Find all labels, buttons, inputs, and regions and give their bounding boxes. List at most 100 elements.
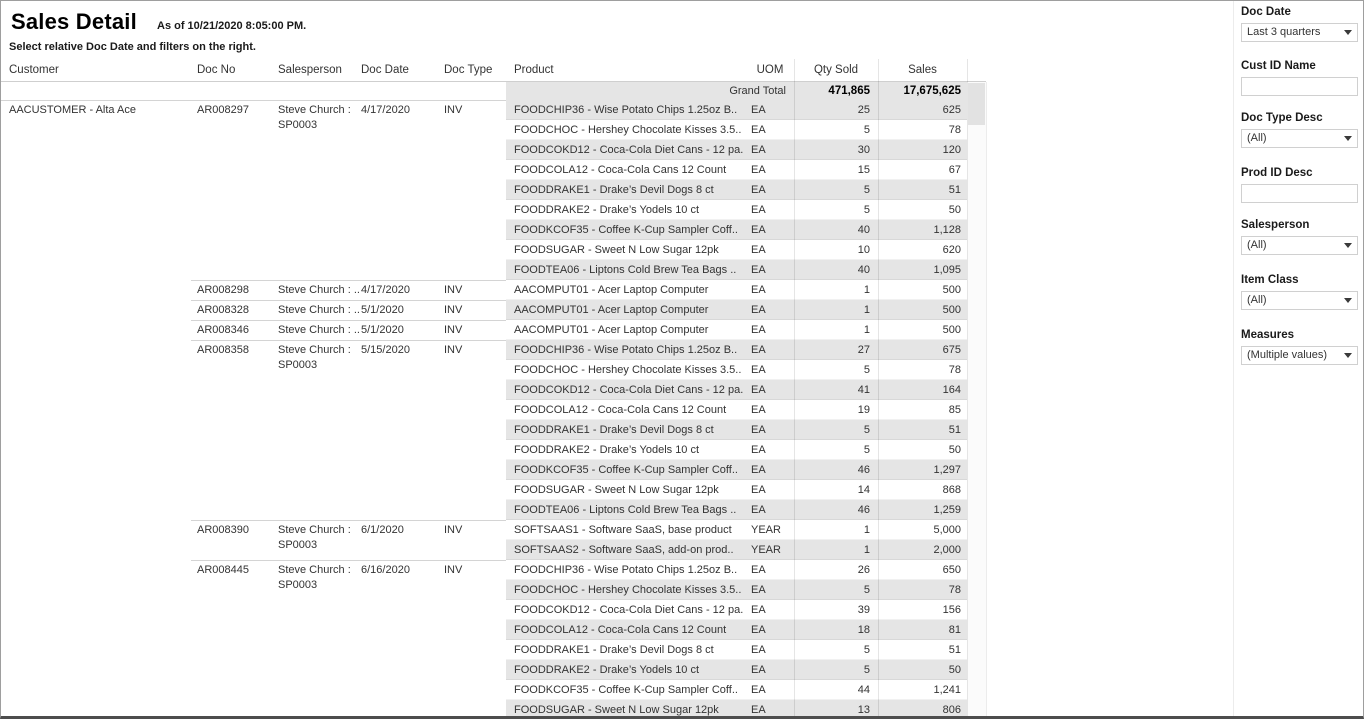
- sales-cell[interactable]: 625: [878, 100, 961, 120]
- doc-type-cell[interactable]: INV: [444, 303, 462, 318]
- uom-cell[interactable]: EA: [751, 440, 795, 460]
- doc-date-cell[interactable]: 6/16/2020: [361, 563, 410, 578]
- qty-sold-cell[interactable]: 1: [794, 520, 870, 540]
- product-cell[interactable]: FOODCOLA12 - Coca-Cola Cans 12 Count: [514, 400, 744, 420]
- product-cell[interactable]: FOODTEA06 - Liptons Cold Brew Tea Bags .…: [514, 500, 744, 520]
- table-row[interactable]: FOODKCOF35 - Coffee K-Cup Sampler Coff..…: [506, 680, 967, 700]
- sales-cell[interactable]: 5,000: [878, 520, 961, 540]
- doc-date-cell[interactable]: 5/1/2020: [361, 303, 404, 318]
- table-row[interactable]: FOODCOKD12 - Coca-Cola Diet Cans - 12 pa…: [506, 380, 967, 400]
- salesperson-cell[interactable]: Steve Church :SP0003: [278, 103, 351, 133]
- doc-date-cell[interactable]: 6/1/2020: [361, 523, 404, 538]
- doc-no-cell[interactable]: AR008346: [197, 323, 249, 338]
- qty-sold-cell[interactable]: 39: [794, 600, 870, 620]
- table-row[interactable]: FOODSUGAR - Sweet N Low Sugar 12pkEA1062…: [506, 240, 967, 260]
- product-cell[interactable]: FOODKCOF35 - Coffee K-Cup Sampler Coff..: [514, 460, 744, 480]
- doc-date-cell[interactable]: 5/1/2020: [361, 323, 404, 338]
- sales-cell[interactable]: 51: [878, 420, 961, 440]
- sales-cell[interactable]: 650: [878, 560, 961, 580]
- table-row[interactable]: FOODCOLA12 - Coca-Cola Cans 12 CountEA15…: [506, 160, 967, 180]
- qty-sold-cell[interactable]: 40: [794, 260, 870, 280]
- product-cell[interactable]: FOODDRAKE2 - Drake’s Yodels 10 ct: [514, 200, 744, 220]
- uom-cell[interactable]: EA: [751, 600, 795, 620]
- col-header-product[interactable]: Product: [514, 59, 554, 81]
- doc-type-cell[interactable]: INV: [444, 323, 462, 338]
- uom-cell[interactable]: EA: [751, 320, 795, 340]
- qty-sold-cell[interactable]: 30: [794, 140, 870, 160]
- table-row[interactable]: FOODCHIP36 - Wise Potato Chips 1.25oz B.…: [506, 100, 967, 120]
- product-cell[interactable]: FOODSUGAR - Sweet N Low Sugar 12pk: [514, 480, 744, 500]
- uom-cell[interactable]: YEAR: [751, 540, 795, 560]
- uom-cell[interactable]: EA: [751, 360, 795, 380]
- doc-no-cell[interactable]: AR008358: [197, 343, 249, 358]
- col-header-customer[interactable]: Customer: [9, 59, 59, 81]
- uom-cell[interactable]: EA: [751, 480, 795, 500]
- table-row[interactable]: FOODCOLA12 - Coca-Cola Cans 12 CountEA19…: [506, 400, 967, 420]
- salesperson-cell[interactable]: Steve Church : ..: [278, 303, 360, 318]
- qty-sold-cell[interactable]: 5: [794, 360, 870, 380]
- uom-cell[interactable]: EA: [751, 280, 795, 300]
- product-cell[interactable]: AACOMPUT01 - Acer Laptop Computer: [514, 320, 744, 340]
- uom-cell[interactable]: EA: [751, 220, 795, 240]
- cust-id-name-input[interactable]: [1241, 77, 1358, 96]
- product-cell[interactable]: FOODCOLA12 - Coca-Cola Cans 12 Count: [514, 160, 744, 180]
- sales-cell[interactable]: 50: [878, 440, 961, 460]
- table-row[interactable]: SOFTSAAS2 - Software SaaS, add-on prod..…: [506, 540, 967, 560]
- doc-type-cell[interactable]: INV: [444, 103, 462, 118]
- sales-cell[interactable]: 120: [878, 140, 961, 160]
- sales-cell[interactable]: 78: [878, 360, 961, 380]
- doc-date-cell[interactable]: 4/17/2020: [361, 103, 410, 118]
- product-cell[interactable]: FOODCOKD12 - Coca-Cola Diet Cans - 12 pa…: [514, 380, 744, 400]
- table-row[interactable]: FOODTEA06 - Liptons Cold Brew Tea Bags .…: [506, 260, 967, 280]
- sales-cell[interactable]: 1,128: [878, 220, 961, 240]
- uom-cell[interactable]: EA: [751, 640, 795, 660]
- uom-cell[interactable]: EA: [751, 500, 795, 520]
- col-header-doc-date[interactable]: Doc Date: [361, 59, 409, 81]
- uom-cell[interactable]: EA: [751, 400, 795, 420]
- qty-sold-cell[interactable]: 5: [794, 200, 870, 220]
- table-row[interactable]: AACOMPUT01 - Acer Laptop ComputerEA1500: [506, 280, 967, 300]
- qty-sold-cell[interactable]: 13: [794, 700, 870, 719]
- qty-sold-cell[interactable]: 40: [794, 220, 870, 240]
- doc-type-cell[interactable]: INV: [444, 283, 462, 298]
- col-header-salesperson[interactable]: Salesperson: [278, 59, 342, 81]
- table-row[interactable]: AACOMPUT01 - Acer Laptop ComputerEA1500: [506, 300, 967, 320]
- uom-cell[interactable]: EA: [751, 420, 795, 440]
- doc-type-cell[interactable]: INV: [444, 523, 462, 538]
- measures-dropdown[interactable]: (Multiple values): [1241, 346, 1358, 365]
- customer-cell[interactable]: AACUSTOMER - Alta Ace: [9, 103, 136, 118]
- qty-sold-cell[interactable]: 25: [794, 100, 870, 120]
- table-row[interactable]: SOFTSAAS1 - Software SaaS, base productY…: [506, 520, 967, 540]
- qty-sold-cell[interactable]: 46: [794, 460, 870, 480]
- qty-sold-cell[interactable]: 14: [794, 480, 870, 500]
- sales-cell[interactable]: 620: [878, 240, 961, 260]
- qty-sold-cell[interactable]: 5: [794, 640, 870, 660]
- sales-cell[interactable]: 1,095: [878, 260, 961, 280]
- product-cell[interactable]: FOODCOKD12 - Coca-Cola Diet Cans - 12 pa…: [514, 600, 744, 620]
- doc-no-cell[interactable]: AR008298: [197, 283, 249, 298]
- table-row[interactable]: FOODDRAKE2 - Drake’s Yodels 10 ctEA550: [506, 440, 967, 460]
- product-cell[interactable]: AACOMPUT01 - Acer Laptop Computer: [514, 280, 744, 300]
- salesperson-cell[interactable]: Steve Church :SP0003: [278, 523, 351, 553]
- table-row[interactable]: FOODSUGAR - Sweet N Low Sugar 12pkEA1380…: [506, 700, 967, 719]
- table-row[interactable]: FOODCHIP36 - Wise Potato Chips 1.25oz B.…: [506, 340, 967, 360]
- uom-cell[interactable]: EA: [751, 340, 795, 360]
- grand-total-qty[interactable]: 471,865: [794, 81, 870, 101]
- sales-cell[interactable]: 51: [878, 640, 961, 660]
- salesperson-cell[interactable]: Steve Church : ..: [278, 283, 360, 298]
- product-cell[interactable]: FOODSUGAR - Sweet N Low Sugar 12pk: [514, 240, 744, 260]
- uom-cell[interactable]: EA: [751, 700, 795, 719]
- qty-sold-cell[interactable]: 1: [794, 540, 870, 560]
- qty-sold-cell[interactable]: 5: [794, 580, 870, 600]
- sales-cell[interactable]: 806: [878, 700, 961, 719]
- table-row[interactable]: FOODCHOC - Hershey Chocolate Kisses 3.5.…: [506, 360, 967, 380]
- table-row[interactable]: FOODCHOC - Hershey Chocolate Kisses 3.5.…: [506, 120, 967, 140]
- doc-date-cell[interactable]: 4/17/2020: [361, 283, 410, 298]
- sales-cell[interactable]: 78: [878, 120, 961, 140]
- table-row[interactable]: FOODDRAKE1 - Drake’s Devil Dogs 8 ctEA55…: [506, 640, 967, 660]
- table-row[interactable]: FOODDRAKE1 - Drake’s Devil Dogs 8 ctEA55…: [506, 420, 967, 440]
- item-class-dropdown[interactable]: (All): [1241, 291, 1358, 310]
- sales-cell[interactable]: 1,297: [878, 460, 961, 480]
- uom-cell[interactable]: EA: [751, 660, 795, 680]
- col-header-sales[interactable]: Sales: [878, 59, 967, 81]
